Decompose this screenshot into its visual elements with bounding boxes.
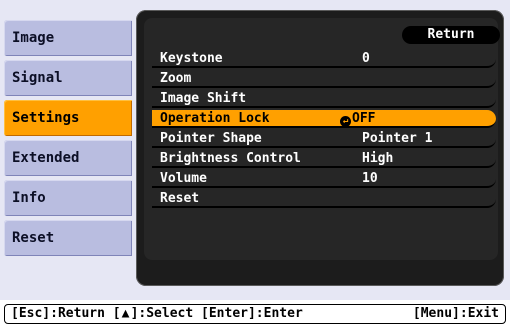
menu-row-pointer-shape[interactable]: Pointer Shape Pointer 1	[152, 130, 496, 148]
menu-row-label: Volume	[160, 171, 207, 186]
menu-row-value: Pointer 1	[362, 131, 433, 146]
footer-help-left: [Esc]:Return [▲]:Select [Enter]:Enter	[11, 305, 303, 323]
sidebar-item-settings[interactable]: Settings	[4, 100, 132, 136]
return-button[interactable]: Return	[402, 26, 500, 44]
menu-row-value-wrap: ↵ OFF	[340, 110, 375, 128]
sidebar-item-info[interactable]: Info	[4, 180, 132, 216]
sidebar-item-reset[interactable]: Reset	[4, 220, 132, 256]
sidebar-item-label: Image	[12, 30, 55, 46]
menu-row-value: 10	[362, 171, 378, 186]
projector-menu-screen: Image Signal Settings Extended Info Rese…	[0, 0, 510, 300]
sidebar-item-image[interactable]: Image	[4, 20, 132, 56]
menu-row-image-shift[interactable]: Image Shift	[152, 90, 496, 108]
menu-row-value: OFF	[352, 111, 376, 126]
sidebar-item-extended[interactable]: Extended	[4, 140, 132, 176]
sidebar-item-label: Info	[12, 190, 46, 206]
menu-row-operation-lock[interactable]: Operation Lock ↵ OFF	[152, 110, 496, 128]
help-footer: [Esc]:Return [▲]:Select [Enter]:Enter [M…	[4, 304, 506, 324]
menu-row-label: Pointer Shape	[160, 131, 262, 146]
sidebar-item-label: Settings	[12, 110, 80, 126]
menu-row-volume[interactable]: Volume 10	[152, 170, 496, 188]
return-button-label: Return	[427, 27, 475, 42]
settings-panel: Return Keystone 0 Zoom Image Shift Opera…	[136, 10, 504, 286]
menu-row-label: Reset	[160, 191, 200, 206]
up-down-arrow-icon: ▲	[121, 306, 130, 321]
menu-row-value: 0	[362, 51, 370, 66]
sidebar-item-label: Extended	[12, 150, 80, 166]
menu-row-label: Image Shift	[160, 91, 247, 106]
menu-row-reset[interactable]: Reset	[152, 190, 496, 208]
sidebar-item-signal[interactable]: Signal	[4, 60, 132, 96]
footer-esc-text: [Esc]:Return [	[11, 306, 121, 321]
menu-row-label: Operation Lock	[160, 111, 270, 126]
menu-row-label: Keystone	[160, 51, 223, 66]
menu-row-value: High	[362, 151, 394, 166]
sidebar-item-label: Reset	[12, 230, 55, 246]
footer-select-text: ]:Select [Enter]:Enter	[130, 306, 303, 321]
menu-row-zoom[interactable]: Zoom	[152, 70, 496, 88]
menu-row-brightness-control[interactable]: Brightness Control High	[152, 150, 496, 168]
enter-arrow-icon: ↵	[340, 116, 351, 127]
footer-menu-exit: [Menu]:Exit	[412, 306, 499, 321]
menu-row-label: Brightness Control	[160, 151, 301, 166]
sidebar-item-label: Signal	[12, 70, 63, 86]
menu-row-keystone[interactable]: Keystone 0	[152, 50, 496, 68]
menu-row-label: Zoom	[160, 71, 192, 86]
